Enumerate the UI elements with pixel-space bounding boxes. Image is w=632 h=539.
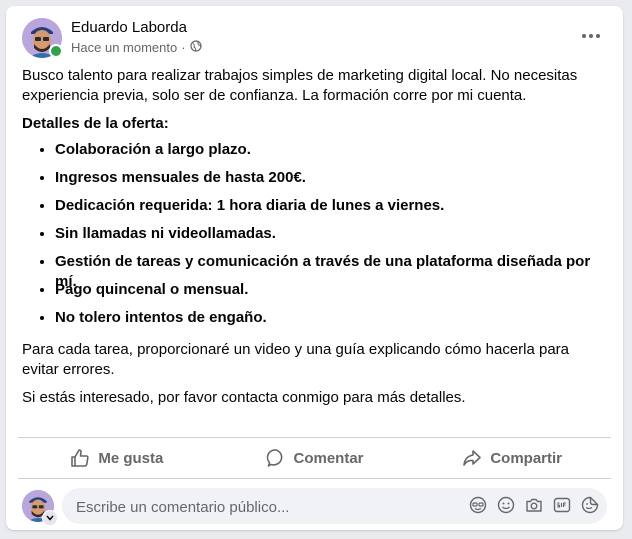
post-closing-contact: Si estás interesado, por favor contacta …	[22, 389, 466, 406]
more-options-button[interactable]	[575, 22, 607, 46]
detail-item: Sin llamadas ni videollamadas.	[55, 224, 607, 252]
comment-button[interactable]: Comentar	[216, 438, 414, 478]
emoji-icon[interactable]	[497, 496, 515, 514]
detail-item: No tolero intentos de engaño.	[55, 308, 607, 336]
comment-tools	[469, 496, 599, 514]
comment-input[interactable]	[74, 488, 458, 526]
author-avatar[interactable]	[22, 18, 63, 58]
comment-composer	[22, 488, 607, 526]
detail-item: Gestión de tareas y comunicación a travé…	[55, 252, 607, 290]
meta-separator: ·	[181, 40, 186, 55]
detail-item: Dedicación requerida: 1 hora diaria de l…	[55, 196, 607, 224]
post-actions-bar: Me gusta Comentar Compartir	[18, 438, 611, 478]
avatar-sticker-icon[interactable]	[469, 496, 487, 514]
post-body: Busco talento para realizar trabajos sim…	[22, 66, 607, 408]
detail-item: Pago quincenal o mensual.	[55, 280, 607, 308]
post-timestamp[interactable]: Hace un momento	[71, 40, 177, 55]
gif-icon[interactable]	[553, 496, 571, 514]
share-arrow-icon	[462, 448, 482, 468]
comment-label: Comentar	[293, 449, 364, 467]
detail-item: Ingresos mensuales de hasta 200€.	[55, 168, 607, 196]
details-list: Colaboración a largo plazo. Ingresos men…	[22, 140, 607, 336]
thumbs-up-icon	[70, 448, 90, 468]
comment-box	[62, 488, 607, 526]
actions-bottom-divider	[18, 478, 611, 479]
share-label: Compartir	[490, 449, 563, 467]
camera-icon[interactable]	[525, 496, 543, 514]
like-label: Me gusta	[98, 449, 164, 467]
post-closing-video: Para cada tarea, proporcionaré un video …	[22, 341, 570, 378]
post-meta: Hace un momento ·	[71, 40, 202, 55]
post-header: Eduardo Laborda Hace un momento ·	[22, 18, 607, 58]
more-dots-icon	[582, 25, 600, 43]
online-status-dot	[49, 44, 63, 58]
globe-icon[interactable]	[189, 40, 202, 55]
author-name[interactable]: Eduardo Laborda	[71, 19, 187, 36]
post-card: Eduardo Laborda Hace un momento · Busco …	[6, 6, 623, 530]
details-heading: Detalles de la oferta:	[22, 115, 169, 132]
post-intro: Busco talento para realizar trabajos sim…	[22, 67, 578, 104]
like-button[interactable]: Me gusta	[18, 438, 216, 478]
share-button[interactable]: Compartir	[413, 438, 611, 478]
sticker-icon[interactable]	[581, 496, 599, 514]
speech-bubble-icon	[266, 448, 286, 468]
chevron-down-icon[interactable]	[42, 510, 58, 526]
detail-item: Colaboración a largo plazo.	[55, 140, 607, 168]
